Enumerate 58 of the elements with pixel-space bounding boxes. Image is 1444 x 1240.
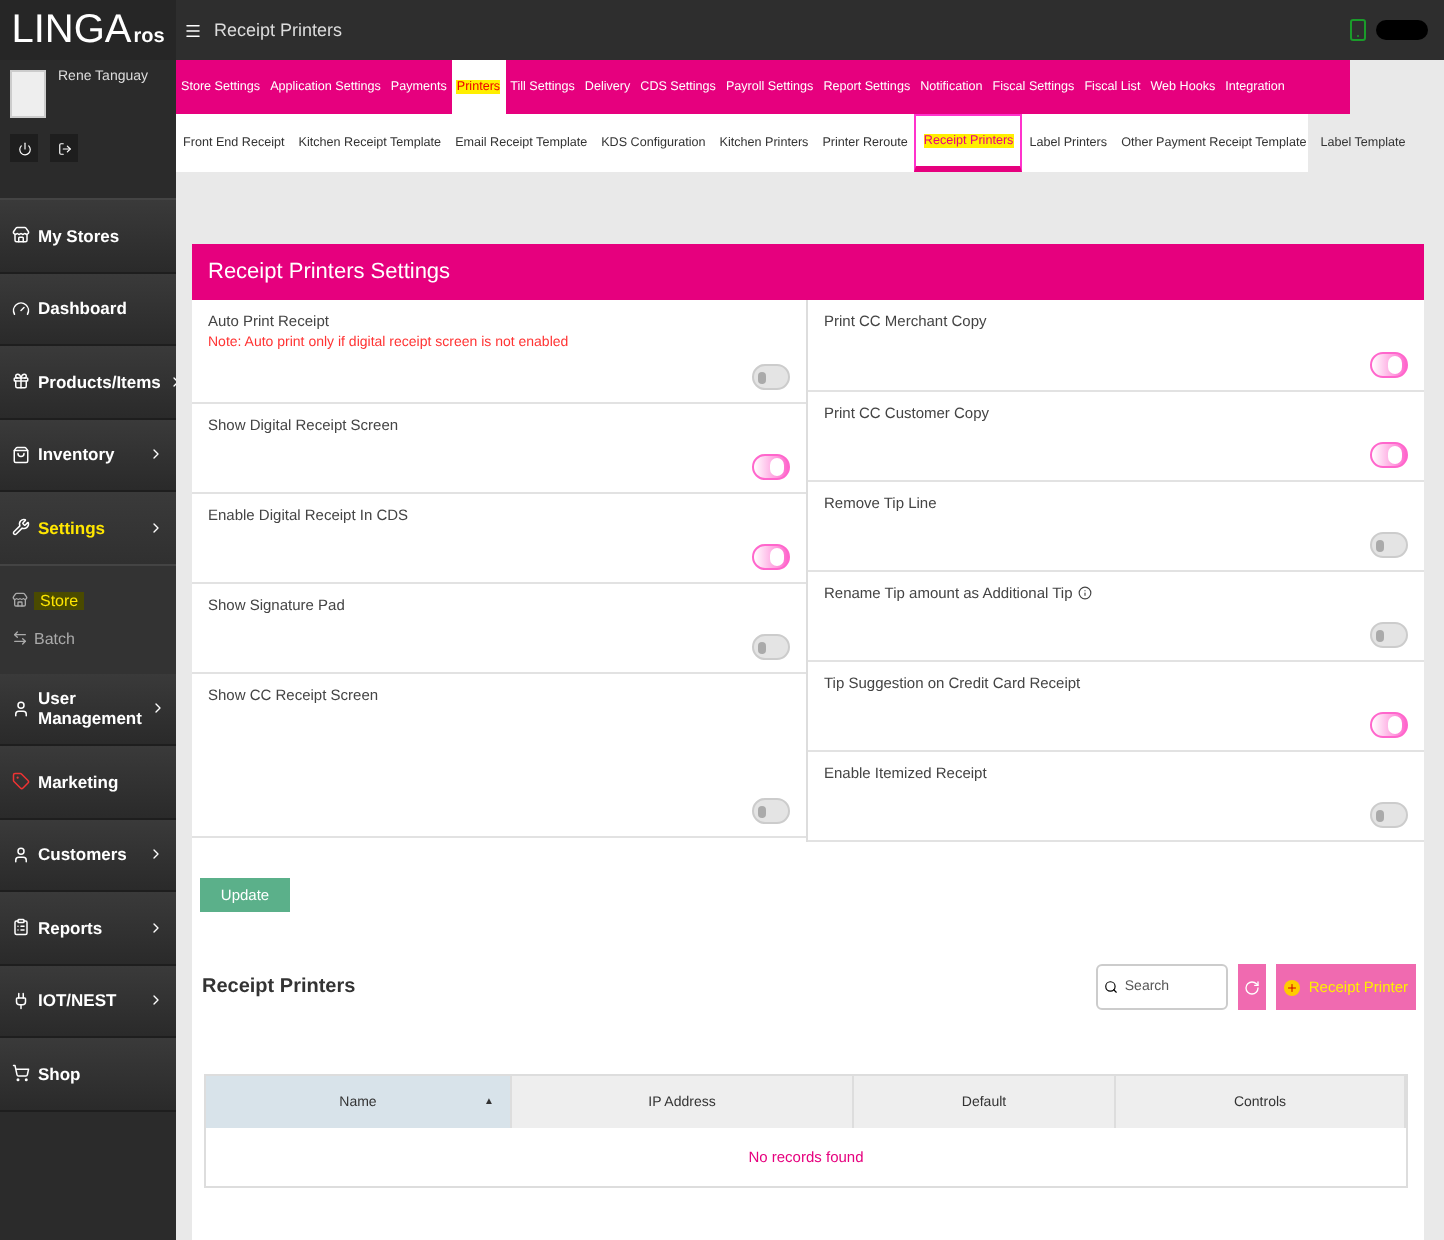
sidebar-item[interactable]: Settings bbox=[0, 492, 176, 565]
gift-icon bbox=[12, 372, 30, 391]
user-icon bbox=[12, 845, 30, 864]
arrows-icon bbox=[12, 630, 28, 646]
menu-icon[interactable] bbox=[184, 21, 202, 39]
refresh-icon bbox=[1244, 979, 1261, 995]
logout-button[interactable] bbox=[50, 134, 78, 162]
tag-icon bbox=[12, 772, 30, 791]
sidebar-item[interactable]: Reports bbox=[0, 892, 176, 965]
bag-icon bbox=[12, 445, 30, 464]
sidebar-item[interactable]: Marketing bbox=[0, 746, 176, 819]
sidebar-item[interactable]: Inventory bbox=[0, 419, 176, 492]
chevron-icon bbox=[148, 992, 164, 1009]
sidebar-subitem[interactable]: Store bbox=[12, 591, 164, 609]
avatar-silhouette bbox=[10, 70, 46, 118]
sidebar-item[interactable]: Shop bbox=[0, 1038, 176, 1111]
chevron-icon bbox=[148, 919, 164, 936]
store-icon bbox=[12, 226, 30, 245]
toggle-switch[interactable] bbox=[1370, 802, 1408, 828]
toggle-switch[interactable] bbox=[1370, 622, 1408, 648]
sidebar-item[interactable]: Customers bbox=[0, 819, 176, 892]
sidebar-subitem[interactable]: Batch bbox=[12, 629, 164, 647]
store-icon bbox=[12, 592, 28, 608]
wrench-icon bbox=[12, 518, 30, 537]
refresh-button[interactable] bbox=[1238, 964, 1267, 1010]
clipboard-icon bbox=[12, 918, 30, 937]
card-header: Receipt Printers Settings bbox=[192, 244, 1424, 300]
toggle-switch[interactable] bbox=[752, 364, 790, 390]
logout-icon bbox=[57, 141, 71, 155]
plus-icon bbox=[1284, 979, 1301, 995]
toggle-switch[interactable] bbox=[752, 454, 790, 480]
chevron-icon bbox=[148, 446, 164, 463]
toggle-switch[interactable] bbox=[1370, 352, 1408, 378]
sidebar-item[interactable]: Products/Items bbox=[0, 346, 176, 419]
plug-icon bbox=[12, 991, 30, 1010]
toggle-switch[interactable] bbox=[1370, 532, 1408, 558]
toggle-switch[interactable] bbox=[1370, 712, 1408, 738]
chevron-icon bbox=[148, 519, 164, 536]
search-icon bbox=[1104, 980, 1119, 994]
section-title: Receipt Printers bbox=[202, 976, 358, 998]
gauge-icon bbox=[12, 299, 30, 318]
toggle-switch[interactable] bbox=[1370, 442, 1408, 468]
toggle-switch[interactable] bbox=[752, 544, 790, 570]
sidebar-item[interactable]: My Stores bbox=[0, 200, 176, 273]
toggle-switch[interactable] bbox=[752, 798, 790, 824]
logo: LINGAros bbox=[0, 0, 176, 60]
chevron-icon bbox=[148, 846, 164, 863]
power-icon bbox=[17, 141, 31, 155]
sidebar-item[interactable]: User Management bbox=[0, 673, 176, 746]
cart-icon bbox=[12, 1064, 30, 1083]
sidebar-item[interactable]: IOT/NEST bbox=[0, 965, 176, 1038]
power-button[interactable] bbox=[10, 134, 38, 162]
phone-icon[interactable] bbox=[1346, 18, 1370, 42]
redacted-block bbox=[1376, 20, 1428, 40]
toggle-switch[interactable] bbox=[752, 634, 790, 660]
sidebar-item[interactable]: Dashboard bbox=[0, 273, 176, 346]
user-icon bbox=[12, 699, 30, 718]
page-title: Receipt Printers bbox=[214, 20, 343, 40]
